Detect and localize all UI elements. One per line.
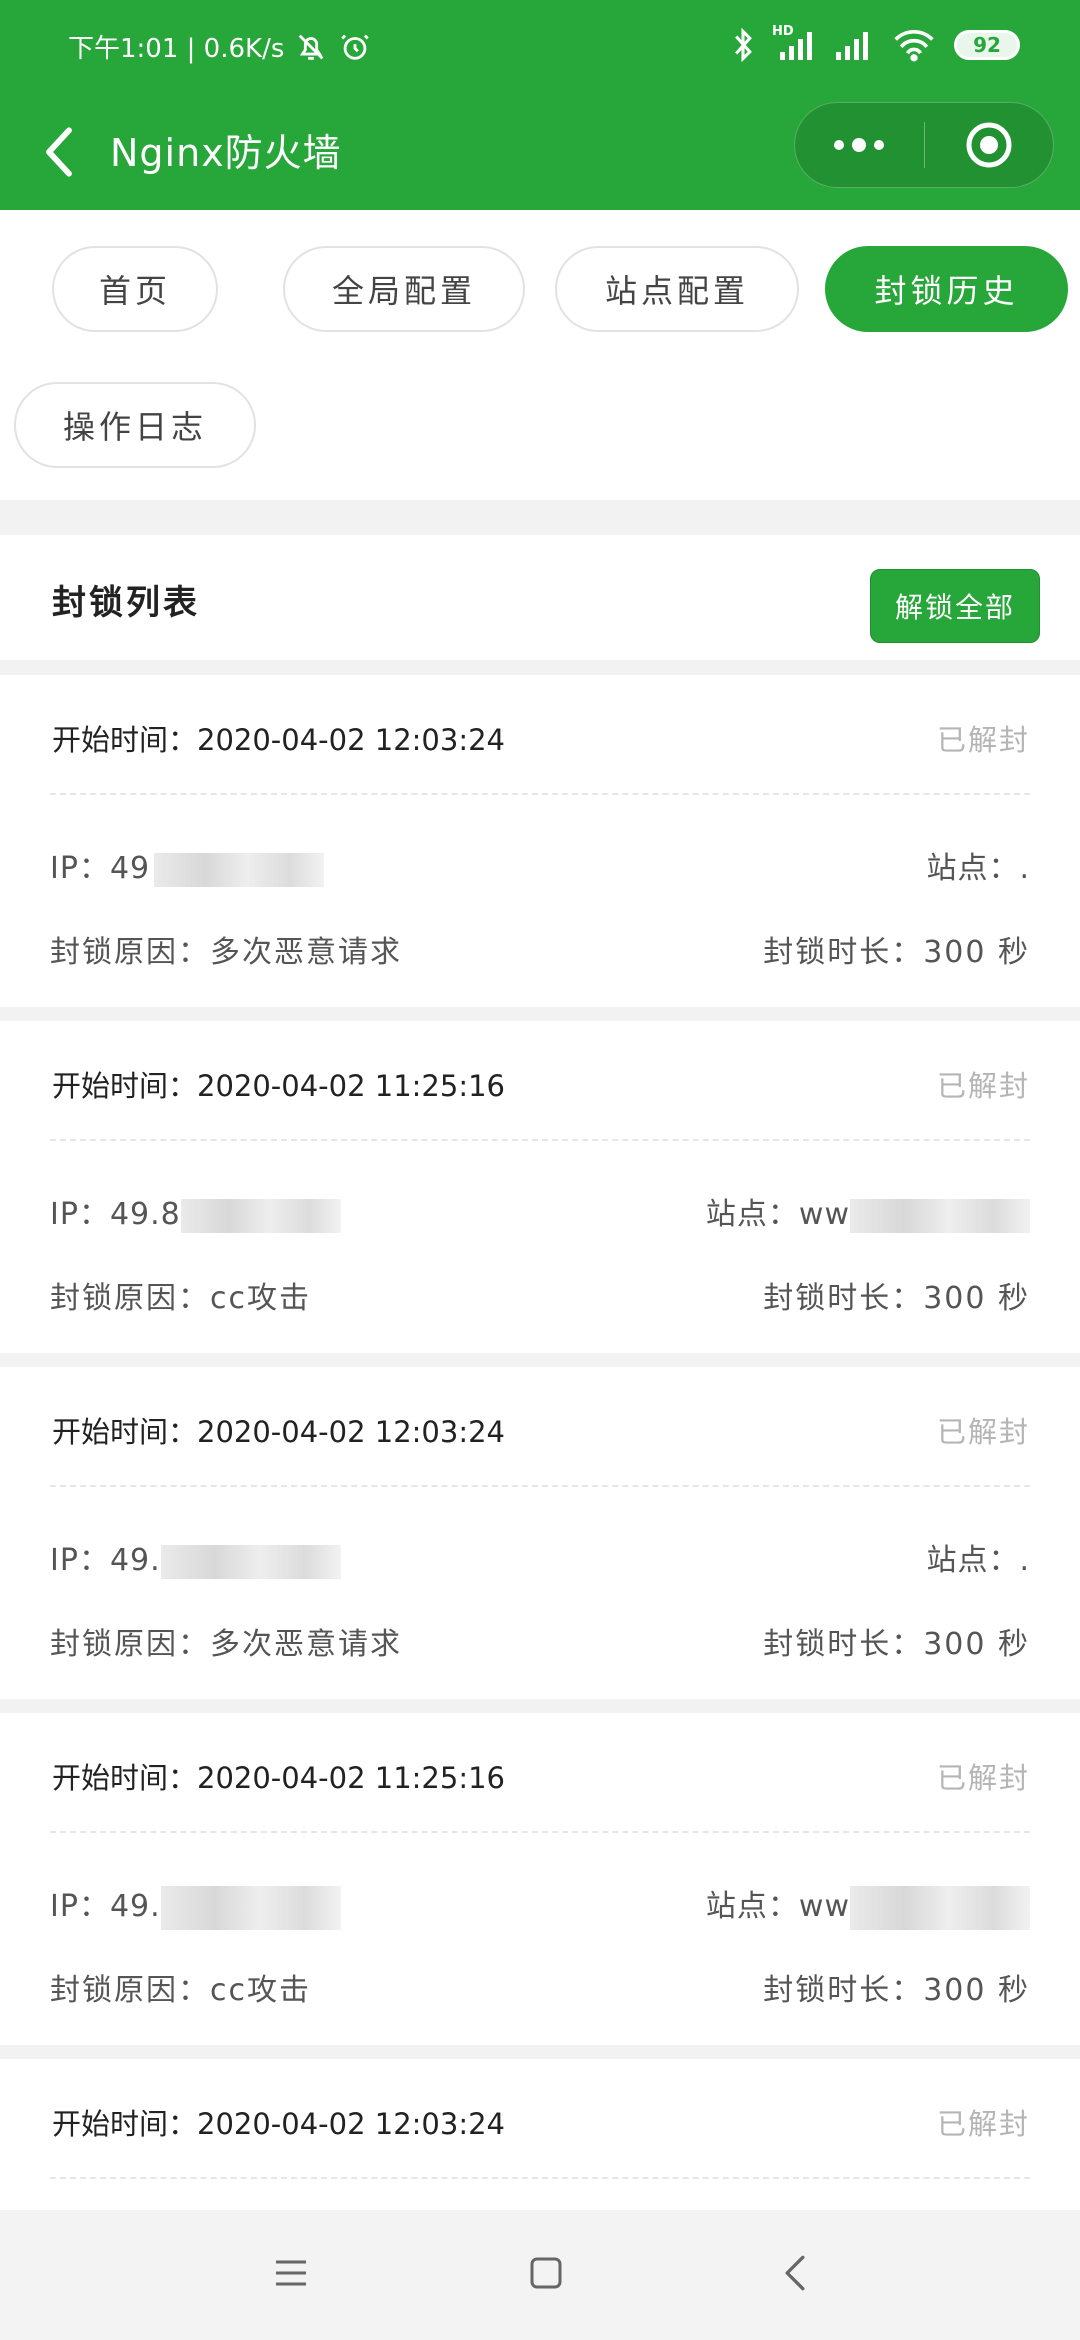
mini-program-capsule — [794, 102, 1054, 188]
block-record: 开始时间：2020-04-02 12:03:24 已解封 IP：49 站点：. … — [0, 675, 1080, 1007]
record-site-text: 站点：ww — [705, 1197, 850, 1232]
record-site: 站点：ww — [706, 1881, 1030, 1930]
nav-tabs: 首页 全局配置 站点配置 封锁历史 操作日志 — [0, 210, 1080, 500]
record-reason: 封锁原因：多次恶意请求 — [50, 1627, 402, 1662]
record-site: 站点：ww — [706, 1189, 1030, 1233]
record-ip: IP：49.8 — [50, 1189, 341, 1233]
record-reason: 封锁原因：cc攻击 — [50, 1973, 311, 2008]
record-duration: 封锁时长：300 秒 — [763, 1627, 1030, 1662]
hd-signal-icon: HD — [772, 24, 816, 62]
battery-level: 92 — [973, 33, 1001, 57]
menu-icon — [276, 2260, 306, 2286]
record-status: 已解封 — [936, 1069, 1030, 1103]
back-triangle-icon — [785, 2255, 805, 2291]
record-site-text: 站点：ww — [705, 1889, 850, 1924]
record-start-time: 开始时间：2020-04-02 12:03:24 — [52, 1415, 505, 1449]
record-start-time: 开始时间：2020-04-02 11:25:16 — [52, 1761, 505, 1795]
record-site-text: 站点：. — [926, 1543, 1030, 1578]
record-site: 站点：. — [926, 843, 1030, 887]
unlock-all-button[interactable]: 解锁全部 — [870, 569, 1040, 643]
target-icon — [966, 122, 1012, 168]
tab-home[interactable]: 首页 — [52, 246, 218, 332]
block-record: 开始时间：2020-04-02 11:25:16 已解封 IP：49.8 站点：… — [0, 1021, 1080, 1353]
record-divider — [50, 1831, 1030, 1833]
tab-global-config[interactable]: 全局配置 — [283, 246, 525, 332]
record-status: 已解封 — [936, 723, 1030, 757]
record-duration: 封锁时长：300 秒 — [763, 1973, 1030, 2008]
record-ip-text: IP：49. — [50, 1543, 161, 1578]
list-header: 封锁列表 解锁全部 — [0, 535, 1080, 660]
nav-home-button[interactable] — [529, 2256, 563, 2294]
page-title: Nginx防火墙 — [110, 131, 342, 175]
square-home-icon — [530, 2257, 562, 2289]
nav-menu-button[interactable] — [273, 2257, 309, 2293]
battery-indicator: 92 — [954, 30, 1020, 60]
wifi-icon — [894, 29, 934, 62]
record-duration: 封锁时长：300 秒 — [763, 1281, 1030, 1316]
more-dots-icon — [834, 138, 885, 152]
record-ip-text: IP：49.8 — [50, 1197, 181, 1232]
redacted-ip — [160, 1885, 341, 1930]
status-right: HD 92 — [732, 24, 1020, 62]
record-reason: 封锁原因：cc攻击 — [50, 1281, 311, 1316]
nav-back-button[interactable] — [783, 2254, 807, 2296]
redacted-ip — [160, 1544, 341, 1579]
list-title: 封锁列表 — [52, 583, 200, 623]
cell-signal-icon — [836, 32, 868, 60]
status-time: 下午1:01 | 0.6K/s — [68, 34, 285, 64]
more-button[interactable] — [795, 135, 924, 155]
system-nav-bar — [0, 2210, 1080, 2340]
block-record: 开始时间：2020-04-02 11:25:16 已解封 IP：49. 站点：w… — [0, 1713, 1080, 2045]
record-ip-text: IP：49. — [50, 1889, 161, 1924]
record-site: 站点：. — [926, 1535, 1030, 1579]
record-divider — [50, 1485, 1030, 1487]
status-left: 下午1:01 | 0.6K/s — [68, 28, 372, 65]
record-reason: 封锁原因：多次恶意请求 — [50, 935, 402, 970]
record-divider — [50, 793, 1030, 795]
chevron-left-icon — [46, 127, 72, 177]
record-status: 已解封 — [936, 2107, 1030, 2141]
record-divider — [50, 1139, 1030, 1141]
record-status: 已解封 — [936, 1761, 1030, 1795]
redacted-site — [850, 1885, 1030, 1930]
title-row: Nginx防火墙 — [0, 100, 1080, 210]
tab-operation-log[interactable]: 操作日志 — [14, 382, 256, 468]
record-ip: IP：49. — [50, 1881, 341, 1930]
tab-site-config[interactable]: 站点配置 — [555, 246, 799, 332]
record-divider — [50, 2177, 1030, 2179]
record-start-time: 开始时间：2020-04-02 12:03:24 — [52, 723, 505, 757]
mute-bell-icon — [299, 34, 324, 60]
record-duration: 封锁时长：300 秒 — [763, 935, 1030, 970]
block-record: 开始时间：2020-04-02 12:03:24 已解封 — [0, 2059, 1080, 2210]
app-header: 下午1:01 | 0.6K/s HD 92 Nginx防火墙 — [0, 0, 1080, 210]
tab-block-history[interactable]: 封锁历史 — [825, 246, 1068, 332]
redacted-ip — [154, 852, 325, 887]
bluetooth-icon — [735, 28, 752, 62]
record-ip-text: IP：49 — [50, 851, 151, 886]
record-site-text: 站点：. — [926, 851, 1030, 886]
record-status: 已解封 — [936, 1415, 1030, 1449]
back-button[interactable] — [34, 122, 84, 182]
redacted-ip — [180, 1198, 341, 1233]
close-mini-program-button[interactable] — [925, 120, 1054, 170]
alarm-icon — [341, 34, 370, 60]
record-start-time: 开始时间：2020-04-02 11:25:16 — [52, 1069, 505, 1103]
status-bar: 下午1:01 | 0.6K/s HD 92 — [0, 0, 1080, 100]
record-start-time: 开始时间：2020-04-02 12:03:24 — [52, 2107, 505, 2141]
block-record: 开始时间：2020-04-02 12:03:24 已解封 IP：49. 站点：.… — [0, 1367, 1080, 1699]
record-ip: IP：49 — [50, 843, 325, 887]
record-ip: IP：49. — [50, 1535, 341, 1579]
redacted-site — [850, 1198, 1030, 1233]
